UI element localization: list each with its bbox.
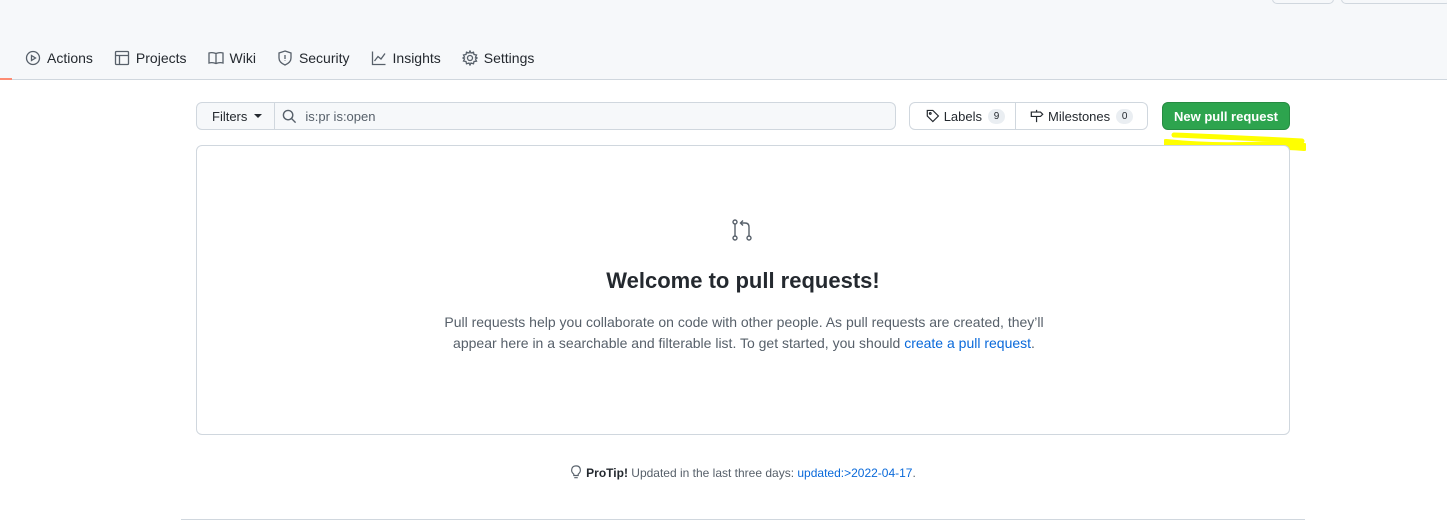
star-button[interactable] — [1341, 0, 1447, 4]
milestones-button[interactable]: Milestones 0 — [1016, 102, 1148, 130]
blankslate: Welcome to pull requests! Pull requests … — [196, 145, 1290, 435]
repo-tabs: Actions Projects Wiki Security Insights … — [14, 40, 544, 80]
tab-label: Actions — [47, 50, 93, 66]
play-icon — [25, 50, 41, 66]
filters-button[interactable]: Filters — [196, 102, 276, 130]
tab-label: Projects — [135, 50, 187, 66]
tab-label: Settings — [483, 50, 535, 66]
labels-milestones-group: Labels 9 Milestones 0 — [909, 102, 1148, 130]
tab-actions[interactable]: Actions — [14, 40, 103, 76]
milestone-icon — [1030, 109, 1044, 123]
blankslate-text-end: . — [1031, 335, 1035, 351]
pull-request-icon — [732, 219, 752, 241]
tab-label: Insights — [392, 50, 441, 66]
search-box — [275, 102, 897, 130]
filters-label: Filters — [212, 108, 248, 124]
create-pull-request-link[interactable]: create a pull request — [904, 335, 1031, 351]
labels-label: Labels — [943, 108, 982, 124]
light-bulb-icon — [571, 465, 582, 479]
active-tab-underline — [0, 78, 12, 80]
shield-icon — [278, 50, 292, 66]
filters-bar: Filters — [196, 102, 897, 130]
search-input[interactable] — [275, 103, 896, 129]
protip-link[interactable]: updated:>2022-04-17 — [797, 466, 912, 480]
graph-icon — [371, 51, 386, 66]
tab-projects[interactable]: Projects — [103, 40, 197, 76]
tab-wiki[interactable]: Wiki — [197, 40, 266, 76]
blankslate-description: Pull requests help you collaborate on co… — [427, 312, 1061, 354]
labels-button[interactable]: Labels 9 — [909, 102, 1016, 130]
repo-header: Actions Projects Wiki Security Insights … — [0, 0, 1447, 80]
protip-end: . — [912, 466, 916, 480]
protip-text: Updated in the last three days: — [627, 466, 798, 480]
protip-label: ProTip! — [586, 466, 628, 480]
blankslate-title: Welcome to pull requests! — [606, 268, 880, 293]
protip: ProTip! Updated in the last three days: … — [0, 465, 1447, 480]
tab-insights[interactable]: Insights — [360, 40, 451, 76]
new-pull-request-button[interactable]: New pull request — [1162, 102, 1290, 130]
tab-security[interactable]: Security — [266, 40, 360, 76]
milestones-label: Milestones — [1048, 108, 1111, 124]
tab-label: Wiki — [229, 50, 256, 66]
tab-settings[interactable]: Settings — [451, 40, 545, 76]
table-icon — [114, 50, 130, 66]
watch-button[interactable] — [1272, 0, 1334, 4]
tab-label: Security — [298, 50, 350, 66]
tag-icon — [926, 109, 940, 123]
milestones-counter: 0 — [1116, 108, 1134, 124]
caret-down-icon — [254, 114, 263, 118]
gear-icon — [461, 50, 478, 66]
labels-counter: 9 — [988, 108, 1005, 124]
book-icon — [207, 51, 224, 65]
footer-divider — [181, 519, 1305, 520]
